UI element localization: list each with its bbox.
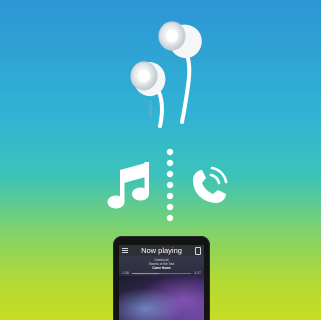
phone-screen: Now playing Domini.ali Storms of the Sea… xyxy=(119,245,204,320)
brand-text: PHILIPS xyxy=(148,100,153,118)
elapsed-time: 1:38 xyxy=(122,271,129,275)
product-scene: PHILIPS Now playing Domini.ali Storms of… xyxy=(0,0,321,320)
progress-fill xyxy=(132,272,159,274)
player-title: Now playing xyxy=(141,246,182,255)
queue-icon[interactable] xyxy=(195,247,201,255)
track-song: Come Home xyxy=(152,266,171,270)
player-topbar: Now playing xyxy=(119,245,204,256)
album-art xyxy=(119,276,204,320)
earbud-left-center xyxy=(138,69,150,83)
smartphone: Now playing Domini.ali Storms of the Sea… xyxy=(113,236,210,320)
progress-bar[interactable] xyxy=(132,272,191,274)
total-time: 3:27 xyxy=(194,271,201,275)
philips-logo: PHILIPS xyxy=(148,100,153,118)
earbud-right-center xyxy=(166,29,178,43)
